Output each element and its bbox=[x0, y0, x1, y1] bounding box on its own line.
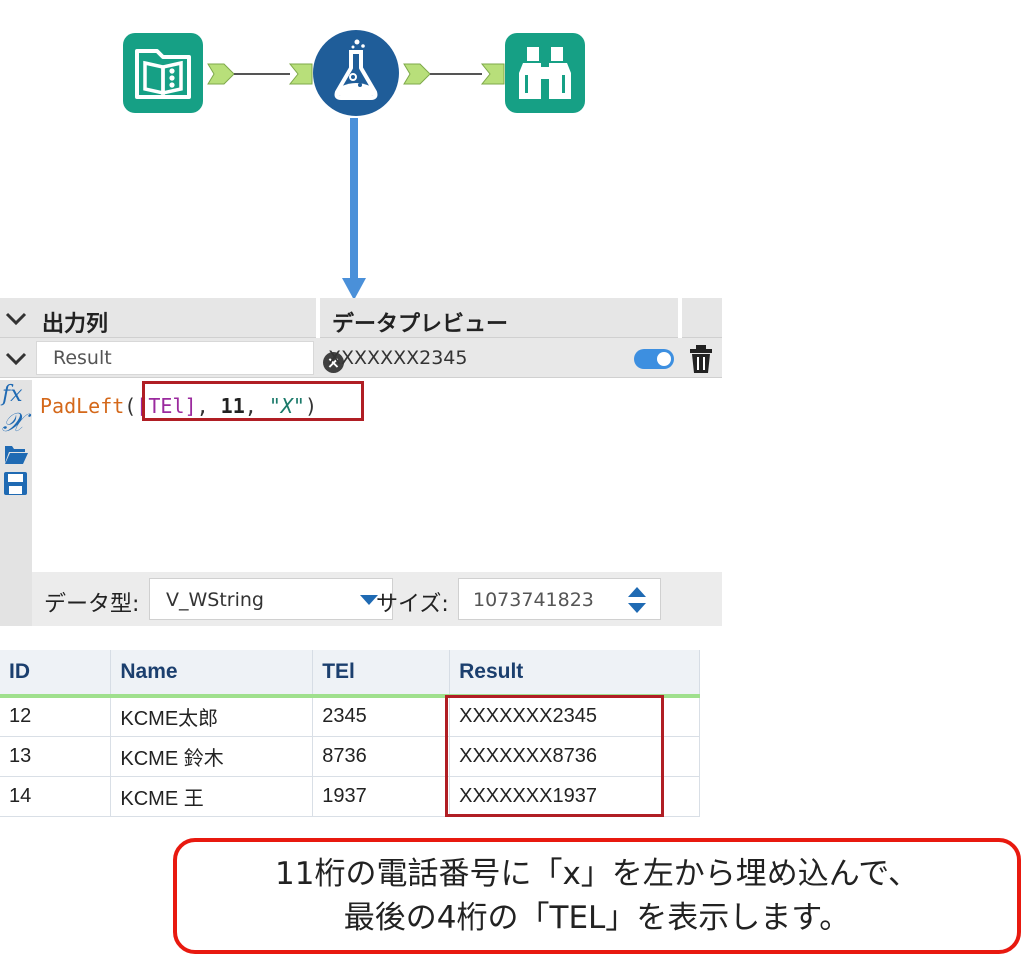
result-highlight-box bbox=[445, 695, 664, 817]
table-header-row: ID Name TEl Result bbox=[0, 650, 700, 698]
browse-icon bbox=[519, 47, 571, 99]
down-arrow bbox=[342, 118, 366, 300]
panel-header: 出力列 データプレビュー bbox=[0, 298, 722, 338]
variable-x-icon[interactable]: 𝒳 bbox=[2, 410, 29, 437]
size-label: サイズ: bbox=[376, 592, 449, 617]
table-clip bbox=[0, 818, 1024, 838]
table-cell: 2345 bbox=[312, 696, 451, 737]
column-header-result[interactable]: Result bbox=[449, 650, 700, 698]
input-anchor-icon[interactable] bbox=[288, 62, 314, 86]
enable-toggle[interactable] bbox=[634, 349, 674, 369]
formula-tool[interactable] bbox=[313, 30, 399, 116]
table-cell: 8736 bbox=[312, 736, 451, 777]
argument-highlight-box bbox=[142, 381, 364, 421]
type-size-bar: データ型: V_WString サイズ: 1073741823 bbox=[32, 572, 722, 626]
output-anchor-icon[interactable] bbox=[402, 62, 432, 86]
table-cell: 13 bbox=[0, 736, 112, 777]
formula-config-panel: 出力列 データプレビュー × XXXXXXX2345 fx 𝒳 bbox=[0, 298, 722, 626]
input-data-icon bbox=[135, 49, 191, 99]
open-folder-icon[interactable] bbox=[2, 440, 29, 467]
table-cell: 12 bbox=[0, 696, 112, 737]
header-divider bbox=[678, 298, 682, 338]
data-type-value: V_WString bbox=[166, 589, 264, 611]
function-name: PadLeft bbox=[40, 394, 125, 418]
table-cell: KCME 鈴木 bbox=[110, 736, 314, 777]
table-cell: 1937 bbox=[312, 776, 451, 817]
column-header-name[interactable]: Name bbox=[110, 650, 314, 698]
input-data-tool[interactable] bbox=[123, 33, 203, 113]
output-column-header: 出力列 bbox=[42, 312, 109, 337]
size-stepper[interactable]: 1073741823 bbox=[458, 578, 661, 620]
callout-line-2: 最後の4桁の「TEL」を表示します。 bbox=[343, 900, 851, 936]
expression-toolbar: fx 𝒳 bbox=[0, 380, 32, 626]
browse-tool[interactable] bbox=[505, 33, 585, 113]
data-preview-value: XXXXXXX2345 bbox=[328, 347, 468, 369]
spin-up-icon[interactable] bbox=[628, 587, 646, 597]
column-header-tel[interactable]: TEl bbox=[312, 650, 451, 698]
data-preview-header: データプレビュー bbox=[332, 312, 509, 337]
chevron-down-icon[interactable] bbox=[2, 344, 30, 372]
size-value: 1073741823 bbox=[473, 589, 594, 611]
explanation-callout: 11桁の電話番号に「x」を左から埋め込んで、 最後の4桁の「TEL」を表示します… bbox=[173, 838, 1021, 954]
output-column-field[interactable]: × bbox=[36, 341, 344, 375]
chevron-down-icon[interactable] bbox=[2, 304, 30, 332]
open-paren: ( bbox=[124, 394, 137, 418]
formula-icon bbox=[334, 39, 378, 100]
table-cell: KCME 王 bbox=[110, 776, 314, 817]
trash-icon[interactable] bbox=[688, 344, 714, 374]
data-type-select[interactable]: V_WString bbox=[149, 578, 393, 620]
fx-icon[interactable]: fx bbox=[2, 382, 29, 409]
expression-editor[interactable]: PadLeft([TEl], 11, "X") bbox=[32, 380, 722, 572]
input-anchor-icon[interactable] bbox=[480, 62, 506, 86]
header-divider bbox=[316, 298, 320, 338]
connection-line bbox=[430, 73, 482, 75]
table-cell: 14 bbox=[0, 776, 112, 817]
data-type-label: データ型: bbox=[44, 592, 140, 617]
connection-line bbox=[234, 73, 290, 75]
output-anchor-icon[interactable] bbox=[206, 62, 236, 86]
spin-down-icon[interactable] bbox=[628, 603, 646, 613]
output-column-input[interactable] bbox=[37, 342, 267, 374]
formula-row[interactable]: × XXXXXXX2345 bbox=[0, 338, 722, 378]
table-cell: KCME太郎 bbox=[110, 696, 314, 737]
column-header-id[interactable]: ID bbox=[0, 650, 112, 698]
save-icon[interactable] bbox=[2, 470, 29, 497]
callout-line-1: 11桁の電話番号に「x」を左から埋め込んで、 bbox=[275, 856, 919, 892]
